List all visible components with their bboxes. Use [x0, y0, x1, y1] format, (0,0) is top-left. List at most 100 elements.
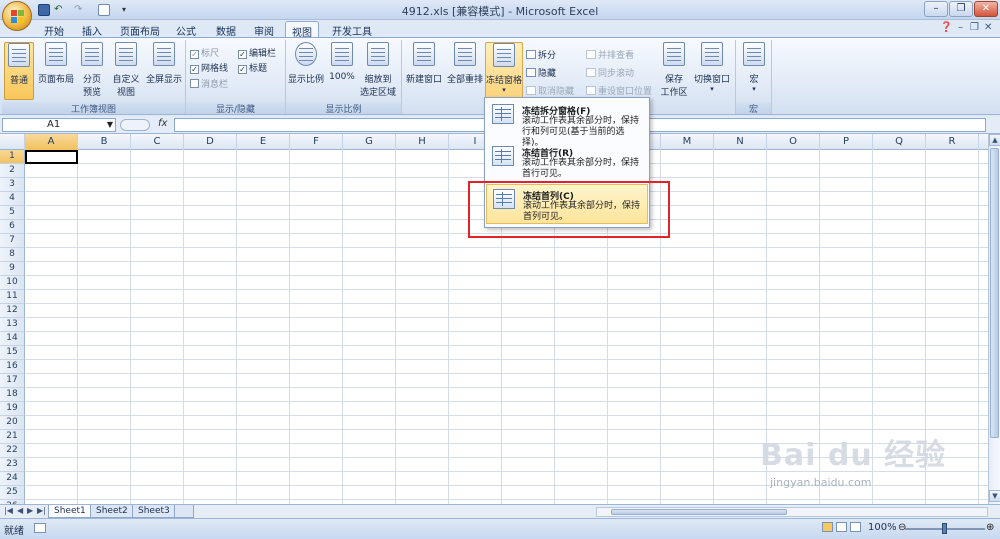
- row-header[interactable]: 8: [0, 248, 25, 262]
- column-header[interactable]: D: [184, 134, 237, 150]
- ruler-checkbox[interactable]: ✓ 标尺: [190, 46, 219, 59]
- gridlines-checkbox[interactable]: ✓ 网格线: [190, 61, 228, 74]
- formula-expand-icon[interactable]: [120, 119, 150, 131]
- save-workspace-button[interactable]: 保存 工作区: [658, 42, 690, 98]
- zoom-100-button[interactable]: 100%: [328, 42, 356, 82]
- fullscreen-button[interactable]: 全屏显示: [144, 42, 184, 85]
- minimize-button[interactable]: –: [924, 1, 948, 17]
- zoom-in-icon[interactable]: ⊕: [986, 522, 994, 533]
- zoom-to-selection-button[interactable]: 缩放到 选定区域: [358, 42, 398, 98]
- zoom-slider-knob[interactable]: [942, 523, 947, 534]
- tab-home[interactable]: 开始: [38, 21, 70, 38]
- menu-freeze-panes[interactable]: 冻结拆分窗格(F) 滚动工作表其余部分时，保持行和列可见(基于当前的选择)。: [486, 100, 648, 148]
- row-header[interactable]: 7: [0, 234, 25, 248]
- custom-views-button[interactable]: 自定义 视图: [110, 42, 142, 98]
- tab-formulas[interactable]: 公式: [170, 21, 202, 38]
- horizontal-scroll-thumb[interactable]: [611, 509, 787, 515]
- sheet-tab-1[interactable]: Sheet1: [48, 505, 92, 518]
- row-header[interactable]: 4: [0, 192, 25, 206]
- row-header[interactable]: 24: [0, 472, 25, 486]
- macro-record-icon[interactable]: [34, 523, 46, 533]
- column-header[interactable]: P: [820, 134, 873, 150]
- insert-sheet-icon[interactable]: [174, 505, 194, 518]
- active-cell[interactable]: [25, 150, 78, 164]
- row-header[interactable]: 6: [0, 220, 25, 234]
- column-header[interactable]: C: [131, 134, 184, 150]
- prev-sheet-icon[interactable]: ◀: [17, 506, 23, 515]
- row-header[interactable]: 21: [0, 430, 25, 444]
- column-header[interactable]: G: [343, 134, 396, 150]
- sheet-tab-2[interactable]: Sheet2: [90, 505, 134, 518]
- last-sheet-icon[interactable]: ▶|: [37, 506, 46, 515]
- select-all-corner[interactable]: [0, 134, 25, 150]
- column-header[interactable]: E: [237, 134, 290, 150]
- switch-windows-button[interactable]: 切换窗口 ▾: [692, 42, 732, 93]
- row-header[interactable]: 18: [0, 388, 25, 402]
- status-page-layout-icon[interactable]: [836, 522, 847, 532]
- zoom-button[interactable]: 显示比例: [288, 42, 324, 85]
- column-header[interactable]: A: [25, 134, 78, 150]
- menu-freeze-top-row[interactable]: 冻结首行(R) 滚动工作表其余部分时，保持首行可见。: [486, 142, 648, 182]
- first-sheet-icon[interactable]: |◀: [4, 506, 13, 515]
- row-header[interactable]: 5: [0, 206, 25, 220]
- new-window-button[interactable]: 新建窗口: [404, 42, 444, 85]
- freeze-panes-button[interactable]: 冻结窗格 ▾: [485, 42, 523, 100]
- status-page-break-icon[interactable]: [850, 522, 861, 532]
- sync-scroll-button[interactable]: 同步滚动: [586, 66, 634, 79]
- tab-review[interactable]: 审阅: [248, 21, 280, 38]
- row-header[interactable]: 15: [0, 346, 25, 360]
- column-header[interactable]: Q: [873, 134, 926, 150]
- tab-insert[interactable]: 插入: [76, 21, 108, 38]
- horizontal-scrollbar[interactable]: [596, 507, 988, 517]
- column-header[interactable]: R: [926, 134, 979, 150]
- row-header[interactable]: 2: [0, 164, 25, 178]
- row-header[interactable]: 16: [0, 360, 25, 374]
- column-header[interactable]: N: [714, 134, 767, 150]
- tab-developer[interactable]: 开发工具: [326, 21, 378, 38]
- row-header[interactable]: 11: [0, 290, 25, 304]
- column-header[interactable]: F: [290, 134, 343, 150]
- normal-view-button[interactable]: 普通: [4, 42, 34, 100]
- insert-function-button[interactable]: fx: [158, 118, 167, 129]
- maximize-button[interactable]: ❐: [949, 1, 973, 17]
- scroll-thumb[interactable]: [990, 148, 999, 438]
- doc-minimize-icon[interactable]: –: [958, 22, 963, 33]
- macros-button[interactable]: 宏 ▾: [740, 42, 768, 93]
- row-header[interactable]: 17: [0, 374, 25, 388]
- column-header[interactable]: B: [78, 134, 131, 150]
- arrange-all-button[interactable]: 全部重排: [446, 42, 484, 85]
- tab-page-layout[interactable]: 页面布局: [114, 21, 166, 38]
- row-header[interactable]: 25: [0, 486, 25, 500]
- column-header[interactable]: O: [767, 134, 820, 150]
- row-header[interactable]: 14: [0, 332, 25, 346]
- sheet-tab-3[interactable]: Sheet3: [132, 505, 176, 518]
- page-break-preview-button[interactable]: 分页 预览: [78, 42, 106, 98]
- message-bar-checkbox[interactable]: 消息栏: [190, 77, 228, 90]
- tab-data[interactable]: 数据: [210, 21, 242, 38]
- doc-close-icon[interactable]: ✕: [984, 22, 992, 33]
- unhide-button[interactable]: 取消隐藏: [526, 84, 574, 97]
- headings-checkbox[interactable]: ✓ 标题: [238, 61, 267, 74]
- row-header[interactable]: 22: [0, 444, 25, 458]
- scroll-up-icon[interactable]: ▲: [989, 134, 1000, 146]
- row-header[interactable]: 13: [0, 318, 25, 332]
- next-sheet-icon[interactable]: ▶: [27, 506, 33, 515]
- doc-restore-icon[interactable]: ❐: [970, 22, 979, 33]
- vertical-scrollbar[interactable]: ▲ ▼: [988, 134, 1000, 504]
- status-normal-view-icon[interactable]: [822, 522, 833, 532]
- row-header[interactable]: 3: [0, 178, 25, 192]
- column-header[interactable]: M: [661, 134, 714, 150]
- row-header[interactable]: 20: [0, 416, 25, 430]
- row-header[interactable]: 19: [0, 402, 25, 416]
- row-header[interactable]: 12: [0, 304, 25, 318]
- hide-button[interactable]: 隐藏: [526, 66, 556, 79]
- page-layout-view-button[interactable]: 页面布局: [36, 42, 76, 85]
- row-header[interactable]: 23: [0, 458, 25, 472]
- name-box-dropdown-icon[interactable]: ▼: [107, 119, 113, 131]
- name-box[interactable]: A1 ▼: [2, 118, 116, 132]
- scroll-down-icon[interactable]: ▼: [989, 490, 1000, 502]
- row-header[interactable]: 10: [0, 276, 25, 290]
- column-header[interactable]: H: [396, 134, 449, 150]
- side-by-side-button[interactable]: 并排查看: [586, 48, 634, 61]
- split-button[interactable]: 拆分: [526, 48, 556, 61]
